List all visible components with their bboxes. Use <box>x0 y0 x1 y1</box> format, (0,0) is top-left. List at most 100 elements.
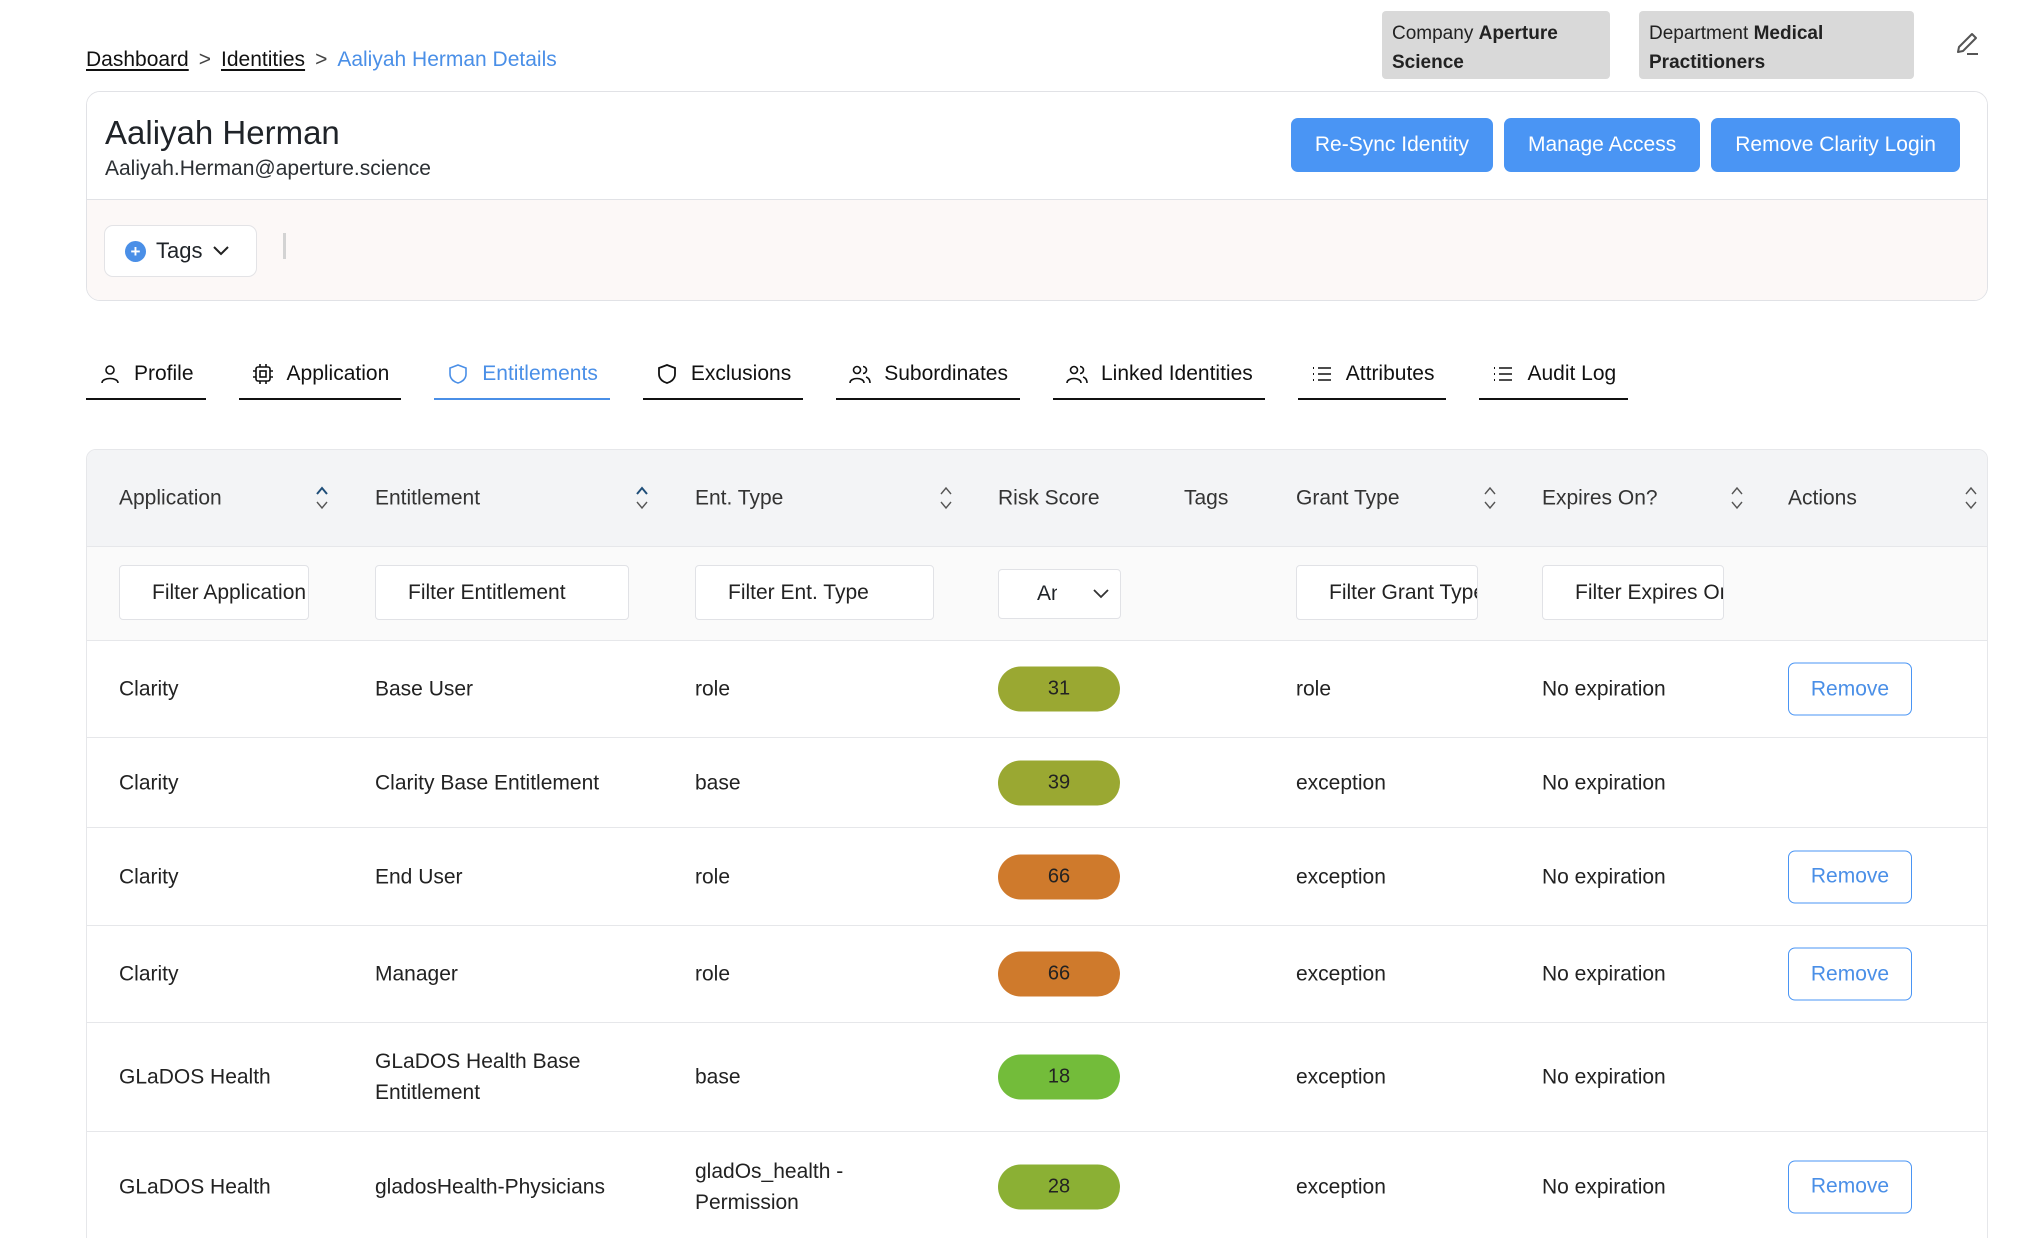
identity-name: Aaliyah Herman <box>105 114 340 151</box>
tab-entitlements[interactable]: Entitlements <box>434 350 610 400</box>
tags-label: Tags <box>156 238 203 263</box>
tab-linked-identities[interactable]: Linked Identities <box>1052 350 1265 400</box>
tab-audit-log[interactable]: Audit Log <box>1479 350 1629 400</box>
users-icon <box>1066 365 1088 384</box>
cell-expires: No expiration <box>1542 1065 1666 1089</box>
company-pill: Company Aperture Science <box>1382 11 1610 79</box>
table-row: Clarity Clarity Base Entitlement base excep… <box>87 738 1987 828</box>
sort-icon[interactable] <box>315 484 329 512</box>
tab-label: Exclusions <box>690 362 792 385</box>
breadcrumb-separator: > <box>198 48 211 71</box>
filter-row: Any <box>87 547 1987 641</box>
pencil-icon[interactable] <box>1954 30 1982 58</box>
table-row: Clarity Manager role exception No expiration… <box>87 926 1987 1023</box>
sort-icon[interactable] <box>1483 484 1497 512</box>
risk-select-value: Any <box>1037 582 1057 605</box>
cell-ent-type: role <box>695 865 731 888</box>
tab-label: Profile <box>134 362 194 385</box>
tab-exclusions[interactable]: Exclusions <box>642 350 804 400</box>
cell-expires: No expiration <box>1542 771 1666 794</box>
sort-icon[interactable] <box>939 484 953 512</box>
filter-grant-type-input[interactable] <box>1296 565 1478 620</box>
column-header-actions: Actions <box>1788 486 1857 510</box>
cell-expires: No expiration <box>1542 1175 1666 1198</box>
cell-grant-type: exception <box>1296 865 1386 888</box>
remove-button[interactable]: Remove <box>1788 947 1912 1001</box>
entitlements-table: Application Entitlement Ent. Type Risk S… <box>86 449 1988 1238</box>
cell-grant-type: exception <box>1296 771 1386 794</box>
filter-expires-input[interactable] <box>1542 565 1724 620</box>
tab-label: Audit Log <box>1527 362 1617 385</box>
column-header-grant-type: Grant Type <box>1296 486 1400 510</box>
chevron-down-icon <box>1093 589 1109 599</box>
company-label: Company <box>1392 23 1474 44</box>
breadcrumb-current: Aaliyah Herman Details <box>337 48 557 71</box>
risk-score-badge: 66 <box>998 854 1120 899</box>
column-header-risk-score: Risk Score <box>998 486 1100 510</box>
cell-entitlement: GLaDOS Health Base Entitlement <box>375 1050 581 1104</box>
risk-score-select[interactable]: Any <box>998 569 1121 619</box>
table-row: GLaDOS Health gladosHealth-Physicians glad… <box>87 1132 1987 1238</box>
sort-icon[interactable] <box>635 484 649 512</box>
column-header-entitlement: Entitlement <box>375 486 481 510</box>
breadcrumb-dashboard[interactable]: Dashboard <box>86 48 189 72</box>
resync-identity-button[interactable]: Re-Sync Identity <box>1290 118 1493 172</box>
sort-icon[interactable] <box>1964 484 1978 512</box>
cell-ent-type: role <box>695 962 731 986</box>
table-header: Application Entitlement Ent. Type Risk S… <box>87 450 1987 547</box>
column-header-expires-on: Expires On? <box>1542 486 1658 510</box>
list-icon <box>1494 367 1513 381</box>
tags-dropdown-button[interactable]: + Tags <box>104 225 257 277</box>
identity-actions: Re-Sync Identity Manage Access Remove Cl… <box>1290 118 1960 172</box>
risk-score-badge: 28 <box>998 1164 1120 1209</box>
risk-score-badge: 39 <box>998 760 1120 805</box>
manage-access-button[interactable]: Manage Access <box>1503 118 1701 172</box>
cell-ent-type: role <box>695 677 731 701</box>
cell-application: GLaDOS Health <box>119 1175 271 1198</box>
table-row: GLaDOS Health GLaDOS Health Base Entitlem… <box>87 1023 1987 1132</box>
shield-icon <box>449 364 468 384</box>
identity-header: Aaliyah Herman Aaliyah.Herman@aperture.s… <box>87 92 1987 200</box>
cell-ent-type: base <box>695 771 741 794</box>
cell-expires: No expiration <box>1542 677 1666 701</box>
table-row: Clarity Base User role role No expiration 31 R… <box>87 641 1987 738</box>
remove-button[interactable]: Remove <box>1788 662 1912 716</box>
cell-expires: No expiration <box>1542 865 1666 888</box>
cell-application: Clarity <box>119 962 179 986</box>
tab-application[interactable]: Application <box>238 350 402 400</box>
cell-grant-type: role <box>1296 677 1332 701</box>
cell-entitlement: Manager <box>375 962 458 986</box>
breadcrumb-separator: > <box>315 48 328 71</box>
tab-label: Linked Identities <box>1100 362 1253 385</box>
plus-circle-icon: + <box>125 240 146 262</box>
cell-entitlement: End User <box>375 865 463 888</box>
remove-button[interactable]: Remove <box>1788 850 1912 903</box>
remove-clarity-login-button[interactable]: Remove Clarity Login <box>1711 118 1960 172</box>
filter-entitlement-input[interactable] <box>375 565 629 620</box>
chevron-down-icon <box>213 246 230 256</box>
sort-icon[interactable] <box>1730 484 1744 512</box>
tab-subordinates[interactable]: Subordinates <box>836 350 1020 400</box>
filter-application-input[interactable] <box>119 565 309 620</box>
cell-entitlement: Clarity Base Entitlement <box>375 771 600 794</box>
filter-ent-type-input[interactable] <box>695 565 934 620</box>
cell-entitlement: gladosHealth-Physicians <box>375 1175 605 1198</box>
table-row: Clarity End User role exception No expiratio… <box>87 828 1987 926</box>
chip-icon <box>252 364 273 384</box>
risk-score-badge: 31 <box>998 666 1120 712</box>
column-header-application: Application <box>119 486 222 510</box>
cell-ent-type: gladOs_health - Permission <box>695 1159 844 1214</box>
tab-label: Attributes <box>1345 362 1435 385</box>
remove-button[interactable]: Remove <box>1788 1160 1912 1213</box>
tab-profile[interactable]: Profile <box>86 350 206 400</box>
shield-icon <box>657 364 676 384</box>
tab-label: Entitlements <box>482 362 598 385</box>
column-header-tags: Tags <box>1184 486 1229 510</box>
cell-grant-type: exception <box>1296 1065 1386 1089</box>
cell-application: GLaDOS Health <box>119 1065 271 1089</box>
tab-attributes[interactable]: Attributes <box>1297 350 1447 400</box>
list-icon <box>1312 367 1331 381</box>
users-icon <box>849 365 872 384</box>
cell-application: Clarity <box>119 677 179 701</box>
breadcrumb-identities[interactable]: Identities <box>221 48 305 72</box>
